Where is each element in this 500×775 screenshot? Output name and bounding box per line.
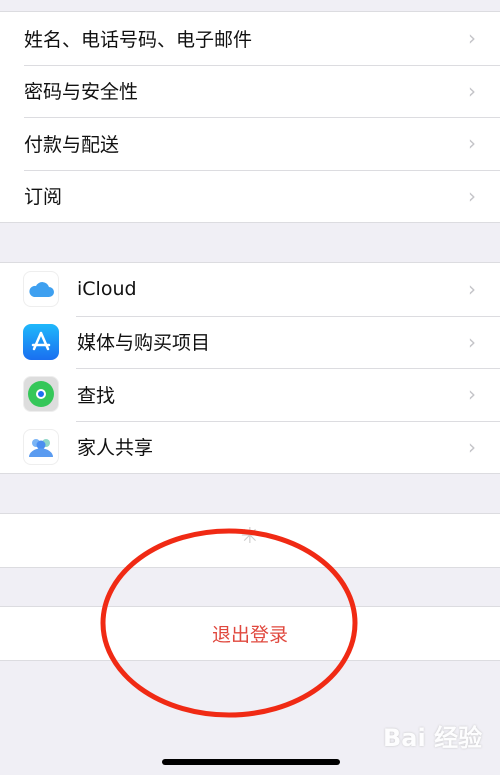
row-password-security[interactable]: 密码与安全性 › xyxy=(0,64,500,118)
loading-spinner-icon: ✳ xyxy=(240,523,260,549)
chevron-right-icon: › xyxy=(468,434,476,459)
app-store-icon xyxy=(23,323,59,360)
row-label: 付款与配送 xyxy=(24,133,120,156)
find-my-icon xyxy=(23,376,59,413)
services-group: iCloud › 媒体与购买项目 › 查找 › 家人共享 › xyxy=(0,262,500,474)
icloud-icon xyxy=(23,271,59,308)
chevron-right-icon: › xyxy=(468,26,476,51)
row-label: 订阅 xyxy=(24,186,63,209)
row-icloud[interactable]: iCloud › xyxy=(0,263,500,316)
row-label: 姓名、电话号码、电子邮件 xyxy=(24,28,253,51)
row-find-my[interactable]: 查找 › xyxy=(0,368,500,421)
sign-out-label: 退出登录 xyxy=(211,623,288,646)
chevron-right-icon: › xyxy=(468,329,476,354)
row-label: 查找 xyxy=(77,384,116,407)
row-family-sharing[interactable]: 家人共享 › xyxy=(0,420,500,474)
row-payment-shipping[interactable]: 付款与配送 › xyxy=(0,117,500,170)
chevron-right-icon: › xyxy=(468,183,476,208)
row-name-phone-email[interactable]: 姓名、电话号码、电子邮件 › xyxy=(0,12,500,65)
row-label: 密码与安全性 xyxy=(24,81,139,104)
chevron-right-icon: › xyxy=(468,382,476,407)
chevron-right-icon: › xyxy=(468,277,476,302)
loading-row: ✳ xyxy=(0,514,500,567)
row-label: iCloud xyxy=(77,278,137,301)
account-settings-group: 姓名、电话号码、电子邮件 › 密码与安全性 › 付款与配送 › 订阅 › xyxy=(0,11,500,223)
row-media-purchases[interactable]: 媒体与购买项目 › xyxy=(0,315,500,369)
row-label: 媒体与购买项目 xyxy=(77,332,211,355)
sign-out-button[interactable]: 退出登录 xyxy=(0,607,500,660)
home-indicator[interactable] xyxy=(162,759,340,765)
sign-out-group: 退出登录 xyxy=(0,606,500,661)
loading-row-group: ✳ xyxy=(0,513,500,568)
chevron-right-icon: › xyxy=(468,78,476,103)
chevron-right-icon: › xyxy=(468,131,476,156)
family-sharing-icon xyxy=(23,428,59,465)
baidu-watermark: Bai 经验 xyxy=(383,724,483,752)
row-label: 家人共享 xyxy=(77,437,154,460)
row-subscriptions[interactable]: 订阅 › xyxy=(0,169,500,223)
